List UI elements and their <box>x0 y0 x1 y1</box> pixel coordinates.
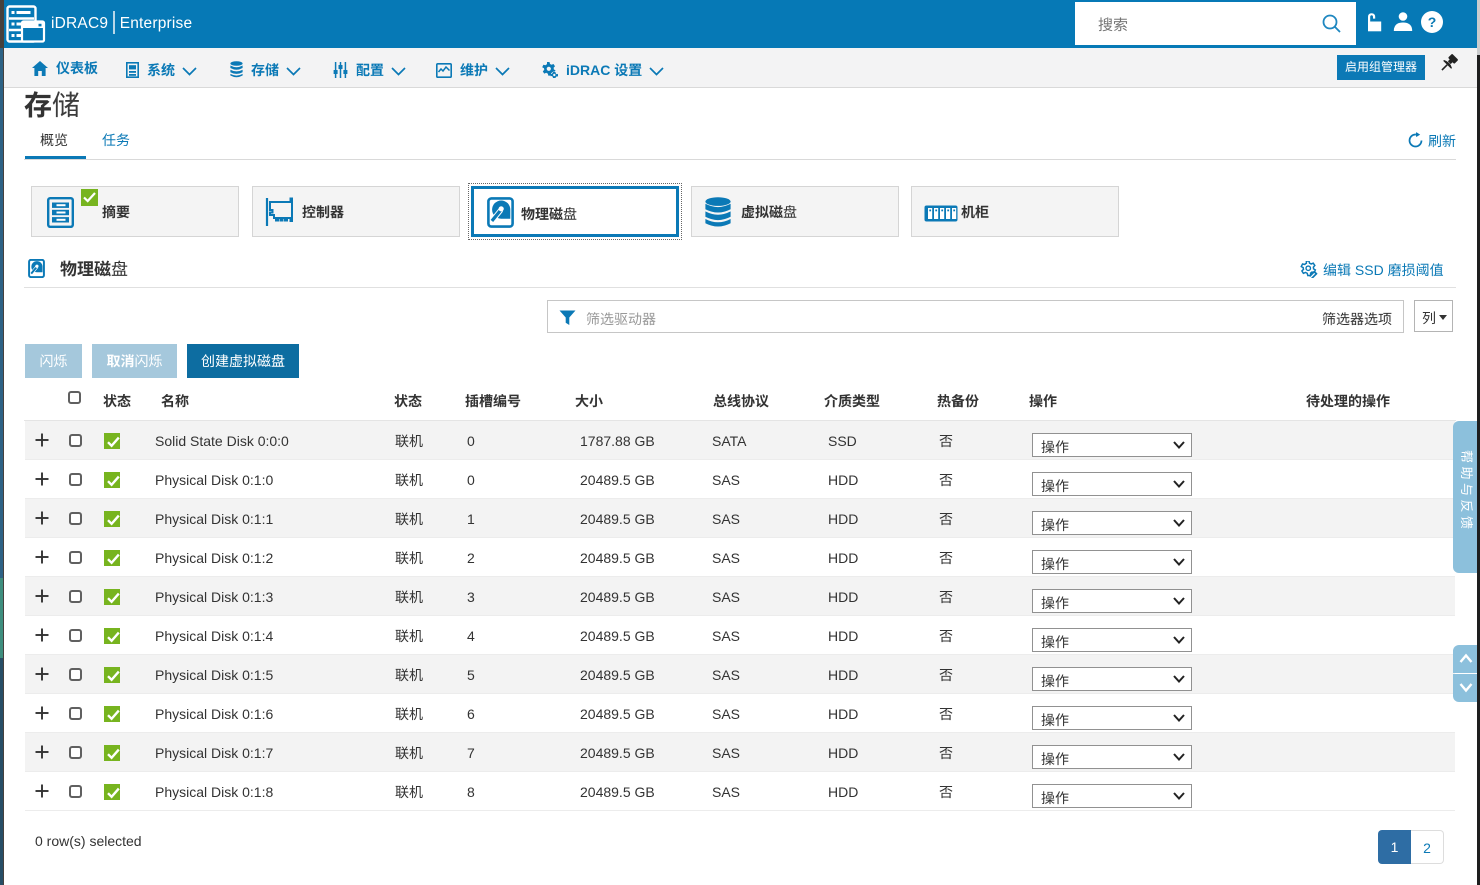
svg-text:?: ? <box>1428 14 1437 30</box>
